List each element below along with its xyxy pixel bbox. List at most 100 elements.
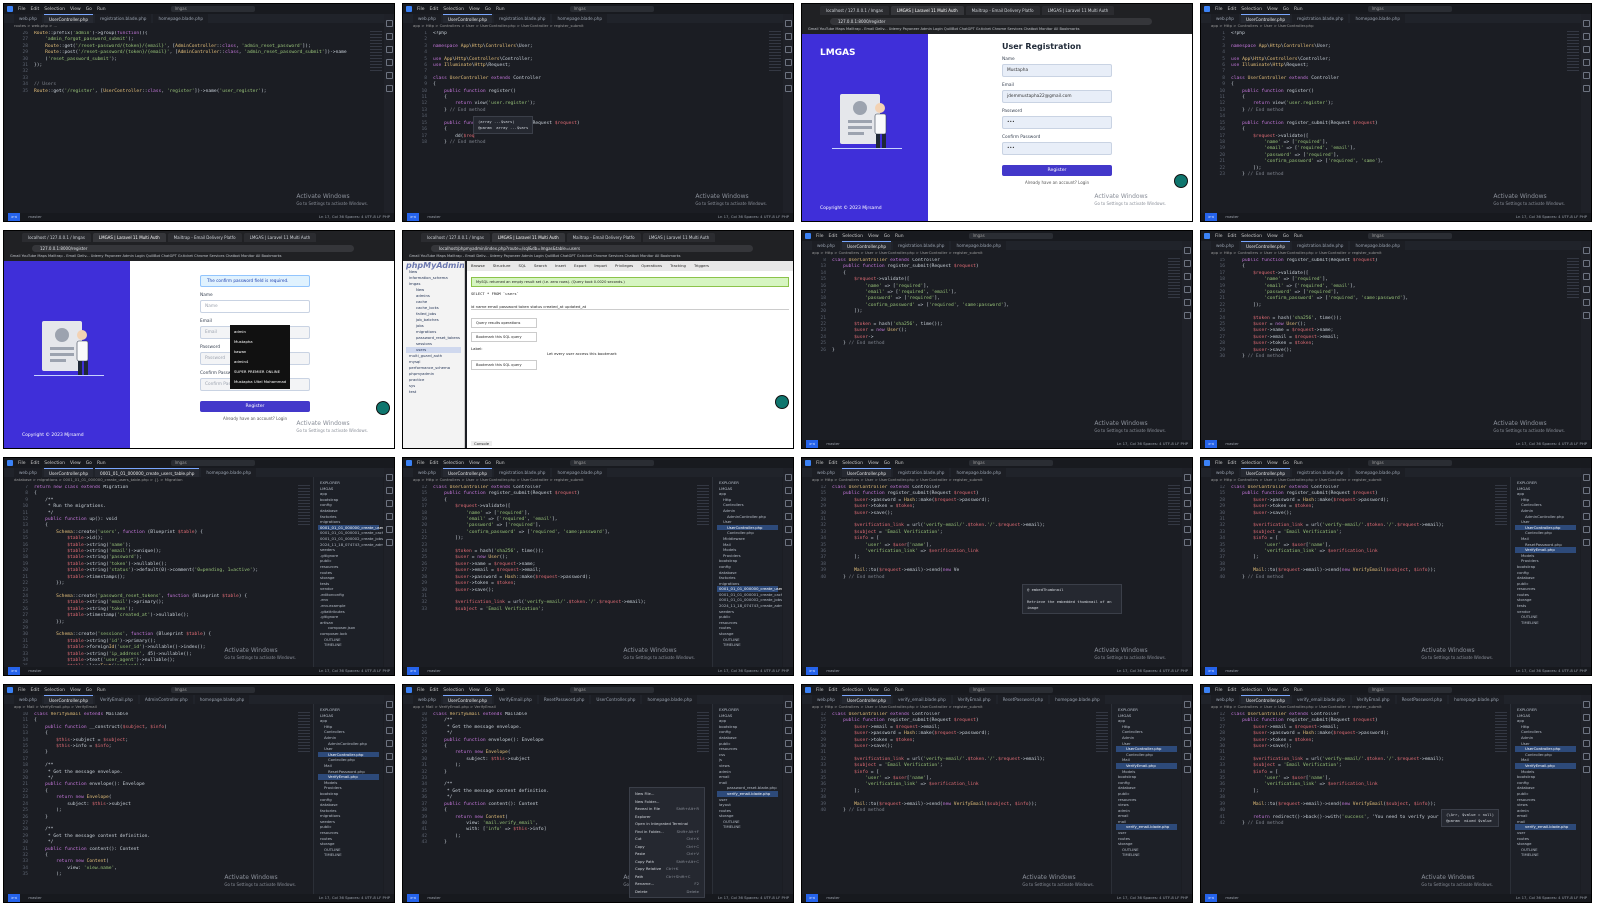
pma-tab[interactable]: Insert	[555, 263, 566, 269]
activity-icon[interactable]	[385, 72, 393, 79]
menu-item[interactable]: Selection	[44, 7, 65, 12]
explorer-item[interactable]: TIMELINE	[717, 824, 778, 830]
autocomplete-option[interactable]: admin4	[234, 357, 286, 367]
context-menu-item[interactable]: New File...	[635, 790, 699, 798]
activity-icon[interactable]	[784, 72, 792, 79]
bookmark-share-checkbox[interactable]: Let every user access this bookmark	[547, 351, 789, 356]
menu-item[interactable]: Edit	[829, 688, 838, 693]
activity-icon[interactable]	[1183, 740, 1191, 747]
menu-item[interactable]: Run	[97, 688, 106, 693]
autocomplete-option[interactable]: admin	[234, 327, 286, 337]
menu-item[interactable]: Edit	[430, 461, 439, 466]
command-search[interactable]: lmgas	[968, 687, 1053, 693]
activity-icon[interactable]	[1183, 766, 1191, 773]
menu-item[interactable]: File	[1215, 7, 1223, 12]
menu-item[interactable]: File	[18, 7, 26, 12]
menu-item[interactable]: View	[469, 688, 480, 693]
activity-icon[interactable]	[784, 46, 792, 53]
activity-icon[interactable]	[385, 33, 393, 40]
menu-item[interactable]: Go	[884, 461, 890, 466]
branch-status[interactable]: master	[28, 213, 41, 221]
menu-item[interactable]: Edit	[1228, 7, 1237, 12]
cursor-status[interactable]: Ln 17, Col 36 Spaces: 4 UTF-8 LF PHP	[1117, 440, 1192, 448]
autocomplete-option[interactable]: kawan	[234, 347, 286, 357]
editor-tab[interactable]: homepage.blade.php	[552, 468, 608, 477]
minimap[interactable]	[1495, 712, 1507, 752]
activity-icon[interactable]	[1582, 20, 1590, 27]
editor-tab[interactable]: verify_email.blade.php	[893, 695, 951, 704]
bookmark-submit-button[interactable]: Bookmark this SQL query	[471, 360, 537, 370]
menu-item[interactable]: Selection	[44, 461, 65, 466]
menu-item[interactable]: Selection	[842, 688, 863, 693]
remote-indicator[interactable]: ><	[407, 894, 420, 902]
register-button[interactable]: Register	[200, 401, 310, 412]
pma-tab[interactable]: Operations	[641, 263, 662, 269]
form-input[interactable]: Name	[200, 300, 310, 313]
menu-item[interactable]: View	[1267, 688, 1278, 693]
menu-item[interactable]: Go	[1283, 7, 1289, 12]
activity-icon[interactable]	[1582, 286, 1590, 293]
autocomplete-option[interactable]: Mustapha	[234, 337, 286, 347]
activity-icon[interactable]	[1183, 487, 1191, 494]
explorer-item[interactable]: TIMELINE	[717, 642, 778, 648]
activity-icon[interactable]	[385, 753, 393, 760]
editor-tab[interactable]: web.php	[812, 241, 840, 250]
cursor-status[interactable]: Ln 17, Col 36 Spaces: 4 UTF-8 LF PHP	[319, 894, 394, 902]
editor-tab[interactable]: web.php	[413, 695, 441, 704]
activity-icon[interactable]	[784, 701, 792, 708]
activity-icon[interactable]	[1582, 59, 1590, 66]
editor-tab[interactable]: VerifyEmail.php	[952, 695, 996, 704]
remote-indicator[interactable]: ><	[1205, 894, 1218, 902]
editor-tab[interactable]: web.php	[812, 695, 840, 704]
editor-tab[interactable]: homepage.blade.php	[1050, 695, 1105, 704]
bookmark-query[interactable]: Bookmark this SQL query	[471, 332, 537, 342]
branch-status[interactable]: master	[826, 440, 839, 448]
minimap[interactable]	[1495, 485, 1507, 525]
activity-icon[interactable]	[1582, 312, 1590, 319]
code-editor[interactable]: 12 class UserController extends Controlle…	[1213, 712, 1495, 892]
command-search[interactable]: lmgas	[170, 6, 255, 12]
activity-icon[interactable]	[784, 539, 792, 546]
menu-item[interactable]: Selection	[44, 688, 65, 693]
remote-indicator[interactable]: ><	[1205, 667, 1218, 675]
activity-icon[interactable]	[1582, 714, 1590, 721]
command-search[interactable]: lmgas	[1367, 6, 1452, 12]
remote-indicator[interactable]: ><	[1205, 440, 1218, 448]
activity-icon[interactable]	[1582, 72, 1590, 79]
activity-icon[interactable]	[784, 500, 792, 507]
login-link[interactable]: Already have an account? Login	[200, 416, 310, 421]
autocomplete-dropdown[interactable]: admin Mustapha kawan admin4 SUPER PREMIER ON…	[230, 325, 290, 389]
autocomplete-option[interactable]: Mustapha Ultel Mohammad	[234, 377, 286, 387]
editor-tab[interactable]: registration.blade.php	[95, 14, 152, 23]
editor-tab[interactable]: registration.blade.php	[494, 14, 551, 23]
menu-item[interactable]: Run	[895, 461, 904, 466]
activity-icon[interactable]	[784, 33, 792, 40]
context-menu-item[interactable]: Cut Ctrl+X	[635, 835, 699, 843]
activity-icon[interactable]	[784, 513, 792, 520]
menu-item[interactable]: Run	[895, 234, 904, 239]
context-menu-item[interactable]: Rename... F2	[635, 880, 699, 888]
activity-icon[interactable]	[1582, 740, 1590, 747]
menu-item[interactable]: Go	[86, 461, 92, 466]
remote-indicator[interactable]: ><	[407, 667, 420, 675]
browser-tab[interactable]: LMGAS | Laravel 11 Multi Auth	[92, 233, 166, 242]
activity-icon[interactable]	[1582, 727, 1590, 734]
editor-tab[interactable]: UserController.php	[442, 14, 493, 23]
branch-status[interactable]: master	[1225, 213, 1238, 221]
menu-item[interactable]: Go	[1283, 234, 1289, 239]
pma-tab[interactable]: Triggers	[694, 263, 709, 269]
editor-tab[interactable]: registration.blade.php	[893, 468, 950, 477]
menu-item[interactable]: Run	[1294, 461, 1303, 466]
browser-tab[interactable]: Mailtrap - Email Delivery Platfo	[167, 233, 242, 242]
activity-icon[interactable]	[1183, 500, 1191, 507]
menu-item[interactable]: Selection	[842, 461, 863, 466]
pma-tab[interactable]: Tracking	[670, 263, 686, 269]
browser-tab[interactable]: localhost / 127.0.0.1 / lmgas	[421, 233, 490, 242]
branch-status[interactable]: master	[28, 894, 41, 902]
explorer-item[interactable]: 0001_01_01_000002_create_jobs...	[318, 536, 383, 542]
editor-tab[interactable]: registration.blade.php	[1292, 241, 1349, 250]
autocomplete-option[interactable]: SUPER PREMIER ONLINE	[234, 367, 286, 377]
editor-tab[interactable]: UserController.php	[1240, 468, 1291, 477]
editor-tab[interactable]: UserController.php	[1240, 241, 1291, 250]
command-search[interactable]: lmgas	[1367, 460, 1452, 466]
